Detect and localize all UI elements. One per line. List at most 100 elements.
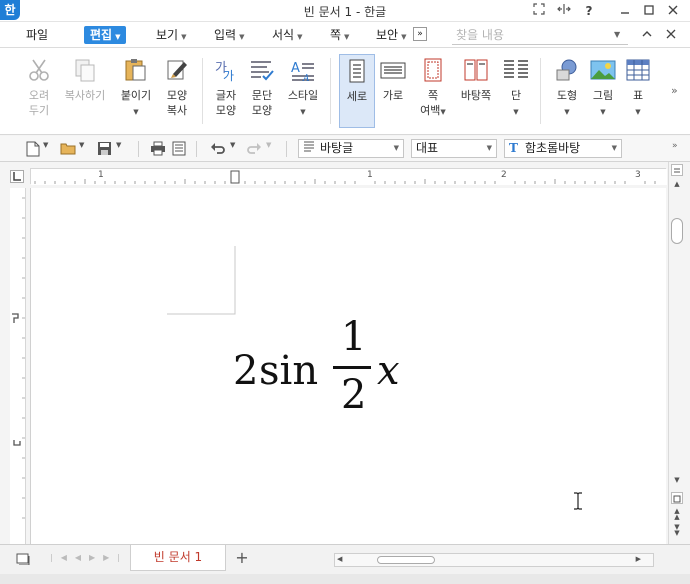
- paragraph-type-value: 대표: [416, 141, 439, 155]
- title-bar: 한 빈 문서 1 - 한글 ?: [0, 0, 690, 22]
- ribbon: 오려 두기 복사하기 붙이기 ▼ 모양 복사 가가 글자 모양 문단 모양 A …: [0, 48, 690, 135]
- search-dropdown-icon[interactable]: ▼: [614, 26, 620, 44]
- maximize-button[interactable]: [638, 1, 660, 21]
- window-list-icon[interactable]: [16, 553, 30, 566]
- save-icon[interactable]: [97, 141, 113, 157]
- paragraph-style-icon: [303, 140, 317, 157]
- paragraph-type-select[interactable]: 대표 ▼: [411, 139, 497, 158]
- columns-icon: [503, 58, 529, 82]
- search-input[interactable]: 찾을 내용: [452, 25, 628, 45]
- tab-stop-selector[interactable]: [10, 170, 24, 183]
- menu-format-label: 서식: [272, 28, 295, 42]
- menu-format[interactable]: 서식 ▼: [272, 26, 302, 44]
- chevron-down-icon: ▼: [611, 144, 617, 152]
- undo-icon[interactable]: [210, 141, 226, 157]
- horizontal-scrollbar[interactable]: ◀ ▶: [334, 553, 654, 567]
- chevron-down-icon[interactable]: ▼: [116, 141, 124, 157]
- style-label: 스타일: [287, 89, 319, 102]
- vertical-ruler[interactable]: [10, 188, 26, 544]
- page-margin-button[interactable]: 쪽 여백▼: [414, 54, 452, 128]
- picture-label: 그림: [592, 89, 614, 102]
- scroll-up-icon[interactable]: ▲: [671, 178, 683, 190]
- char-shape-button[interactable]: 가가 글자 모양: [210, 54, 242, 128]
- close-doc-icon[interactable]: [666, 26, 676, 44]
- new-document-icon[interactable]: [26, 141, 42, 157]
- picture-button[interactable]: 그림 ▼: [588, 54, 618, 128]
- chevron-down-icon[interactable]: ▼: [79, 141, 87, 157]
- menu-security[interactable]: 보안 ▼: [376, 26, 406, 44]
- portrait-button[interactable]: 세로: [339, 54, 375, 128]
- chevron-down-icon[interactable]: ▼: [266, 141, 274, 157]
- close-button[interactable]: [662, 1, 684, 21]
- cut-button[interactable]: 오려 두기: [22, 54, 56, 128]
- vertical-scrollbar[interactable]: ▲ ▼ ▲ ▲ ▼ ▼: [668, 162, 684, 544]
- previous-page-icon[interactable]: ▲ ▲: [671, 508, 683, 521]
- print-preview-icon[interactable]: [172, 141, 188, 157]
- svg-text:A: A: [291, 61, 300, 76]
- chevron-down-icon: ▼: [393, 144, 399, 152]
- horizontal-ruler[interactable]: 1 1 2 3: [30, 168, 667, 185]
- tab-document-1[interactable]: 빈 문서 1: [130, 545, 226, 571]
- horizontal-scroll-thumb[interactable]: [377, 556, 435, 564]
- scroll-down-icon[interactable]: ▼: [671, 474, 683, 486]
- scroll-left-icon[interactable]: ◀: [337, 555, 342, 563]
- ribbon-collapse-icon[interactable]: [642, 26, 652, 44]
- help-button[interactable]: ?: [578, 1, 600, 21]
- chevron-down-icon: ▼: [513, 108, 519, 116]
- chevron-down-icon: ▼: [600, 108, 606, 116]
- ruler-number: 1: [98, 170, 104, 180]
- menu-view[interactable]: 보기 ▼: [156, 26, 186, 44]
- para-shape-button[interactable]: 문단 모양: [246, 54, 278, 128]
- menu-bar: 파일 편집 ▼ 보기 ▼ 입력 ▼ 서식 ▼ 쪽 ▼ 보안 ▼ » 찾을 내용 ▼: [0, 22, 690, 48]
- ruler-number: 2: [501, 170, 507, 180]
- equation-function: sin: [259, 348, 319, 394]
- menu-edit[interactable]: 편집 ▼: [84, 26, 127, 44]
- portrait-icon: [344, 59, 370, 83]
- columns-button[interactable]: 단 ▼: [500, 54, 532, 128]
- picture-icon: [590, 58, 616, 82]
- menu-insert[interactable]: 입력 ▼: [214, 26, 244, 44]
- copy-button[interactable]: 복사하기: [62, 54, 108, 128]
- menu-more-button[interactable]: »: [413, 27, 427, 41]
- equation-denominator: 2: [341, 372, 367, 418]
- format-painter-label: 모양 복사: [166, 89, 188, 117]
- scroll-right-icon[interactable]: ▶: [636, 555, 641, 563]
- cut-label: 오려 두기: [28, 89, 50, 117]
- equation-numerator: 1: [341, 314, 367, 360]
- ribbon-more-icon[interactable]: »: [671, 84, 678, 97]
- vertical-scroll-thumb[interactable]: [671, 218, 683, 244]
- table-button[interactable]: 표 ▼: [624, 54, 652, 128]
- page-view-button[interactable]: [671, 492, 683, 504]
- redo-icon[interactable]: [246, 141, 262, 157]
- next-page-icon[interactable]: ▼ ▼: [671, 524, 683, 537]
- menu-edit-label: 편집: [90, 28, 113, 42]
- print-icon[interactable]: [150, 141, 166, 157]
- open-folder-icon[interactable]: [60, 141, 76, 157]
- menu-insert-label: 입력: [214, 28, 237, 42]
- style-button[interactable]: AA 스타일 ▼: [284, 54, 322, 128]
- menu-file[interactable]: 파일: [26, 26, 48, 44]
- font-select[interactable]: T 함초롬바탕 ▼: [504, 139, 622, 158]
- char-shape-label: 글자 모양: [215, 89, 237, 117]
- chevron-down-icon: ▼: [300, 108, 306, 116]
- chevron-down-icon[interactable]: ▼: [43, 141, 51, 157]
- landscape-button[interactable]: 가로: [378, 54, 408, 128]
- style-select[interactable]: 바탕글 ▼: [298, 139, 404, 158]
- master-page-button[interactable]: 바탕쪽: [456, 54, 496, 128]
- resize-width-icon[interactable]: [553, 1, 575, 21]
- toolbar-separator: [196, 141, 197, 157]
- toolbar-more-icon[interactable]: »: [672, 141, 688, 157]
- minimize-button[interactable]: [614, 1, 636, 21]
- format-painter-button[interactable]: 모양 복사: [160, 54, 194, 128]
- menu-page[interactable]: 쪽 ▼: [330, 26, 349, 44]
- shapes-button[interactable]: 도형 ▼: [550, 54, 584, 128]
- fullscreen-icon[interactable]: [528, 1, 550, 21]
- document-page[interactable]: 2 sin 1 2 x: [30, 188, 666, 544]
- chevron-down-icon[interactable]: ▼: [230, 141, 238, 157]
- add-tab-button[interactable]: +: [230, 549, 254, 567]
- ruler-number: 3: [635, 170, 641, 180]
- paste-button[interactable]: 붙이기 ▼: [116, 54, 156, 128]
- tab-navigation-icons[interactable]: |◀◀▶▶|: [50, 553, 128, 562]
- page-margin-label: 쪽 여백: [420, 89, 441, 117]
- split-view-button[interactable]: [671, 164, 683, 176]
